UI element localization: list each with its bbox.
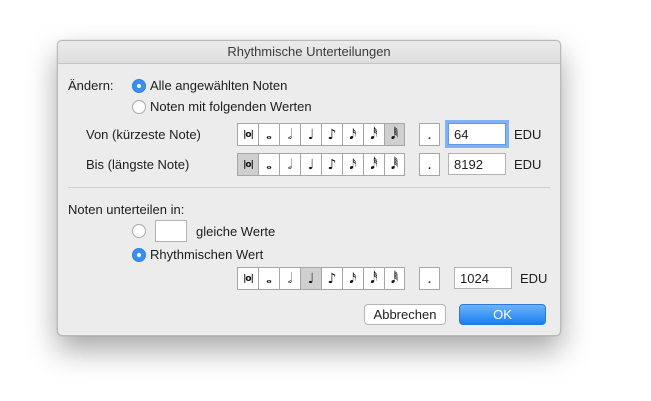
rhythmic-dotted-button[interactable]: .: [419, 267, 440, 290]
from-unit-label: EDU: [514, 127, 542, 142]
to-label: Bis (längste Note): [86, 157, 190, 172]
radio-equal-values[interactable]: [132, 224, 146, 238]
radio-all-selected-notes[interactable]: [132, 79, 146, 93]
from-dotted-button[interactable]: .: [419, 123, 440, 146]
breve-note-button[interactable]: |o|: [237, 123, 258, 146]
from-label: Von (kürzeste Note): [86, 127, 201, 142]
whole-note-button[interactable]: 𝅝: [258, 153, 279, 176]
half-note-button[interactable]: 𝅗𝅥: [279, 123, 300, 146]
rhythmic-subdivisions-dialog: Rhythmische Unterteilungen Ändern: Alle …: [57, 40, 561, 336]
quarter-note-button[interactable]: ♩: [300, 153, 321, 176]
sixteenth-note-button[interactable]: 𝅘𝅥𝅯: [342, 267, 363, 290]
to-unit-label: EDU: [514, 157, 542, 172]
change-label: Ändern:: [68, 78, 114, 93]
radio-all-selected-notes-label[interactable]: Alle angewählten Noten: [150, 78, 287, 93]
rhythmic-note-palette: |o| 𝅝 𝅗𝅥 ♩ ♪ 𝅘𝅥𝅯 𝅘𝅥𝅰 𝅘𝅥𝅱: [237, 267, 405, 290]
to-note-palette: |o| 𝅝 𝅗𝅥 ♩ ♪ 𝅘𝅥𝅯 𝅘𝅥𝅰 𝅘𝅥𝅱: [237, 153, 405, 176]
sixteenth-note-button[interactable]: 𝅘𝅥𝅯: [342, 123, 363, 146]
radio-equal-values-label[interactable]: gleiche Werte: [196, 224, 275, 239]
breve-note-button[interactable]: |o|: [237, 267, 258, 290]
equal-values-count-field[interactable]: [155, 220, 187, 242]
thirtysecond-note-button[interactable]: 𝅘𝅥𝅰: [363, 267, 384, 290]
eighth-note-button[interactable]: ♪: [321, 123, 342, 146]
radio-rhythmic-value[interactable]: [132, 248, 146, 262]
whole-note-button[interactable]: 𝅝: [258, 123, 279, 146]
quarter-note-button[interactable]: ♩: [300, 267, 321, 290]
to-dotted-button[interactable]: .: [419, 153, 440, 176]
dialog-title: Rhythmische Unterteilungen: [58, 41, 560, 64]
breve-note-button[interactable]: |o|: [237, 153, 258, 176]
sixtyfourth-note-button[interactable]: 𝅘𝅥𝅱: [384, 123, 405, 146]
ok-button[interactable]: OK: [459, 304, 546, 325]
radio-notes-with-values[interactable]: [132, 100, 146, 114]
rhythmic-unit-label: EDU: [520, 271, 548, 286]
from-note-palette: |o| 𝅝 𝅗𝅥 ♩ ♪ 𝅘𝅥𝅯 𝅘𝅥𝅰 𝅘𝅥𝅱: [237, 123, 405, 146]
eighth-note-button[interactable]: ♪: [321, 153, 342, 176]
rhythmic-edu-field[interactable]: [454, 267, 512, 289]
thirtysecond-note-button[interactable]: 𝅘𝅥𝅰: [363, 123, 384, 146]
eighth-note-button[interactable]: ♪: [321, 267, 342, 290]
subdivide-label: Noten unterteilen in:: [68, 202, 185, 217]
to-edu-field[interactable]: [448, 153, 506, 175]
section-divider: [68, 187, 550, 188]
sixteenth-note-button[interactable]: 𝅘𝅥𝅯: [342, 153, 363, 176]
radio-rhythmic-value-label[interactable]: Rhythmischen Wert: [150, 247, 263, 262]
sixtyfourth-note-button[interactable]: 𝅘𝅥𝅱: [384, 267, 405, 290]
radio-notes-with-values-label[interactable]: Noten mit folgenden Werten: [150, 99, 312, 114]
whole-note-button[interactable]: 𝅝: [258, 267, 279, 290]
sixtyfourth-note-button[interactable]: 𝅘𝅥𝅱: [384, 153, 405, 176]
cancel-button[interactable]: Abbrechen: [364, 304, 446, 325]
quarter-note-button[interactable]: ♩: [300, 123, 321, 146]
from-edu-field[interactable]: [448, 123, 506, 145]
half-note-button[interactable]: 𝅗𝅥: [279, 153, 300, 176]
half-note-button[interactable]: 𝅗𝅥: [279, 267, 300, 290]
thirtysecond-note-button[interactable]: 𝅘𝅥𝅰: [363, 153, 384, 176]
